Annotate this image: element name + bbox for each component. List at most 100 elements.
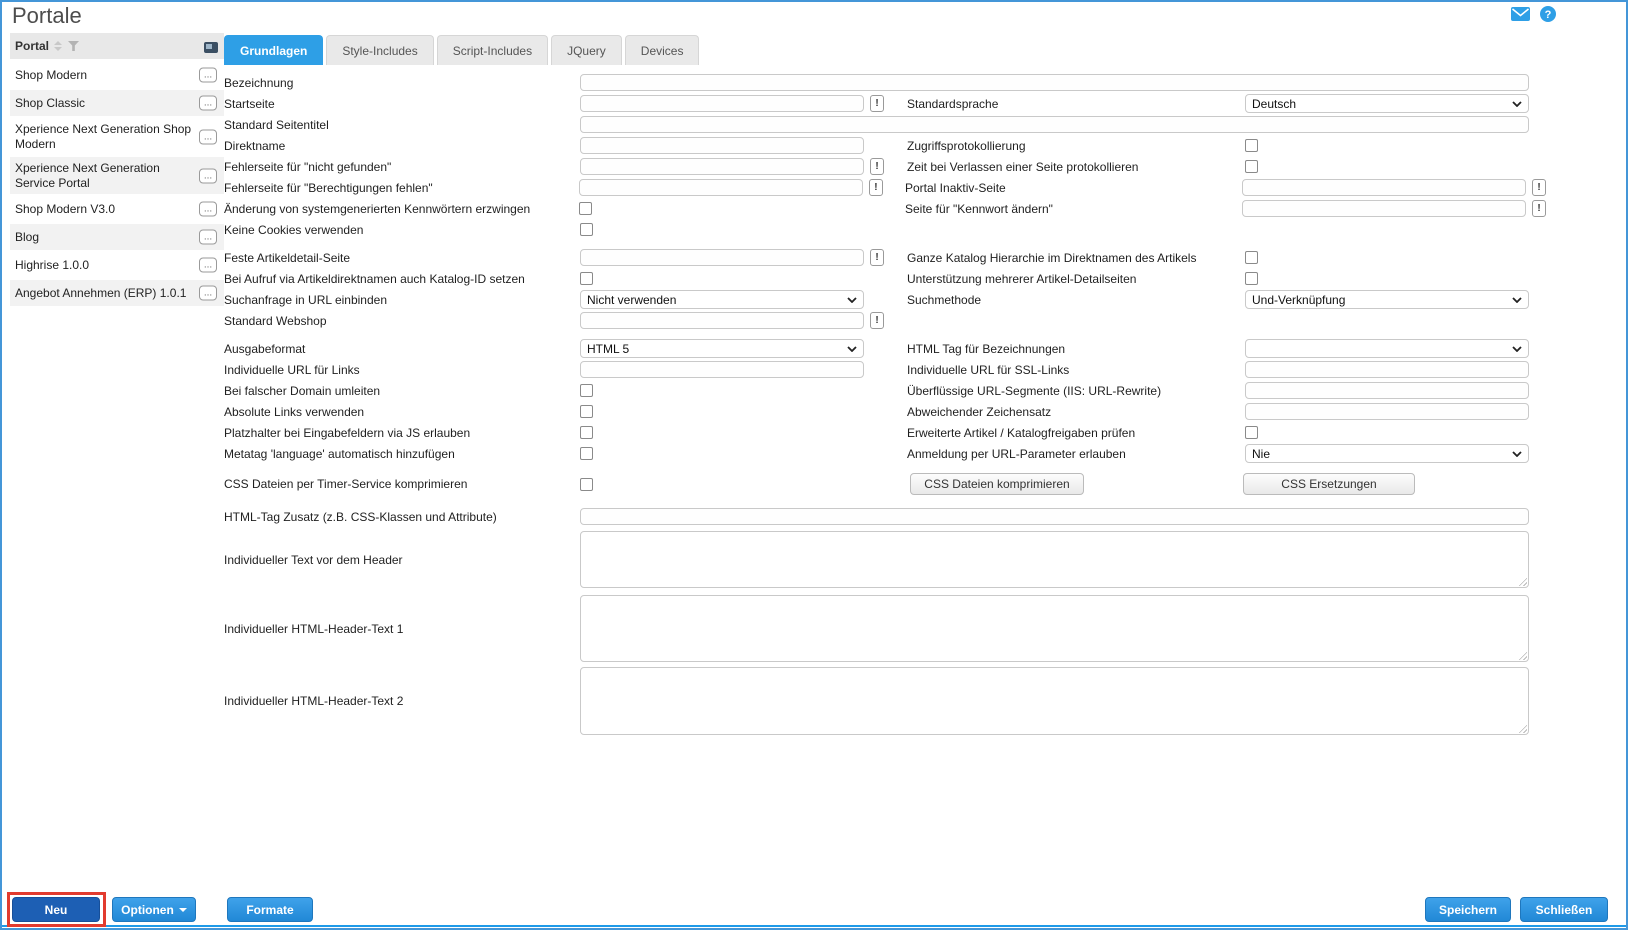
speichern-button[interactable]: Speichern (1425, 897, 1511, 922)
formate-button[interactable]: Formate (227, 897, 313, 922)
list-item-label: Blog (15, 229, 40, 244)
ganze-katalog-hierarchie-checkbox[interactable] (1245, 251, 1258, 264)
suchmethode-select[interactable]: Und-Verknüpfung (1245, 290, 1529, 309)
list-item[interactable]: Xperience Next Generation Service Portal… (10, 157, 224, 194)
tab-devices[interactable]: Devices (624, 35, 700, 65)
portal-inaktiv-seite-warn-button[interactable]: ! (1532, 179, 1546, 196)
field-label: HTML-Tag Zusatz (z.B. CSS-Klassen und At… (224, 509, 497, 524)
field-label: Überflüssige URL-Segmente (IIS: URL-Rewr… (907, 383, 1162, 398)
list-item[interactable]: Shop Modern ... (10, 62, 224, 88)
display-icon[interactable] (204, 40, 218, 58)
list-item[interactable]: Blog ... (10, 224, 224, 250)
metatag-language-checkbox[interactable] (580, 447, 593, 460)
item-menu-button[interactable]: ... (199, 67, 217, 83)
tab-bar: Grundlagen Style-Includes Script-Include… (224, 35, 700, 65)
topbar-icons: ? (1511, 6, 1556, 27)
schliessen-button[interactable]: Schließen (1520, 897, 1608, 922)
startseite-warn-button[interactable]: ! (870, 95, 884, 112)
absolute-links-checkbox[interactable] (580, 405, 593, 418)
item-menu-button[interactable]: ... (199, 229, 217, 245)
kennwoerter-erzwingen-checkbox[interactable] (578, 202, 592, 215)
mail-icon[interactable] (1511, 7, 1530, 26)
zeichensatz-input[interactable] (1245, 403, 1529, 420)
url-links-input[interactable] (580, 361, 864, 378)
portal-inaktiv-seite-input[interactable] (1242, 179, 1526, 196)
portal-list-header[interactable]: Portal (10, 33, 224, 59)
direktname-input[interactable] (580, 137, 864, 154)
portal-column-header[interactable]: Portal (15, 39, 49, 53)
item-menu-button[interactable]: ... (199, 257, 217, 273)
list-item[interactable]: Xperience Next Generation Shop Modern ..… (10, 118, 224, 155)
ausgabeformat-select[interactable]: HTML 5 (580, 339, 864, 358)
bezeichnung-input[interactable] (580, 74, 1529, 91)
fehlerseite-nicht-gefunden-warn-button[interactable]: ! (870, 158, 884, 175)
sort-icon[interactable] (54, 41, 63, 51)
css-ersetzungen-button[interactable]: CSS Ersetzungen (1243, 473, 1415, 495)
list-item[interactable]: Shop Modern V3.0 ... (10, 196, 224, 222)
unterstuetzung-detailseiten-checkbox[interactable] (1245, 272, 1258, 285)
item-menu-button[interactable]: ... (199, 201, 217, 217)
list-item[interactable]: Angebot Annehmen (ERP) 1.0.1 ... (10, 280, 224, 306)
field-label: Zeit bei Verlassen einer Seite protokoll… (907, 159, 1139, 174)
field-label: Standard Seitentitel (224, 117, 329, 132)
standard-webshop-warn-button[interactable]: ! (870, 312, 884, 329)
css-timer-service-checkbox[interactable] (580, 477, 593, 491)
fehlerseite-nicht-gefunden-input[interactable] (580, 158, 864, 175)
seite-kennwort-aendern-warn-button[interactable]: ! (1532, 200, 1546, 217)
list-item-label: Shop Classic (15, 95, 86, 110)
seite-kennwort-aendern-input[interactable] (1242, 200, 1526, 217)
standard-seitentitel-input[interactable] (580, 116, 1529, 133)
anmeldung-url-parameter-select[interactable]: Nie (1245, 444, 1529, 463)
field-label: Individueller Text vor dem Header (224, 552, 403, 567)
falsche-domain-checkbox[interactable] (580, 384, 593, 397)
item-menu-button[interactable]: ... (199, 95, 217, 111)
field-label: Suchmethode (907, 292, 982, 307)
caret-down-icon (178, 908, 187, 913)
startseite-input[interactable] (580, 95, 864, 112)
html-header-text-2-textarea[interactable] (580, 667, 1529, 735)
optionen-button[interactable]: Optionen (112, 897, 196, 922)
tab-grundlagen[interactable]: Grundlagen (224, 35, 324, 65)
url-segmente-input[interactable] (1245, 382, 1529, 399)
field-label: Portal Inaktiv-Seite (905, 180, 1006, 195)
css-komprimieren-button[interactable]: CSS Dateien komprimieren (910, 473, 1084, 495)
standard-webshop-input[interactable] (580, 312, 864, 329)
feste-artikeldetail-seite-input[interactable] (580, 249, 864, 266)
field-label: Erweiterte Artikel / Katalogfreigaben pr… (907, 425, 1136, 440)
tab-style-includes[interactable]: Style-Includes (326, 35, 434, 65)
item-menu-button[interactable]: ... (199, 168, 217, 183)
fehlerseite-berechtigungen-warn-button[interactable]: ! (868, 179, 883, 196)
field-label: Direktname (224, 138, 286, 153)
zeit-bei-verlassen-checkbox[interactable] (1245, 160, 1258, 173)
help-icon[interactable]: ? (1540, 6, 1556, 27)
fehlerseite-berechtigungen-input[interactable] (578, 179, 863, 196)
suchanfrage-url-select[interactable]: Nicht verwenden (580, 290, 864, 309)
standardsprache-select[interactable]: Deutsch (1245, 94, 1529, 113)
field-label: Anmeldung per URL-Parameter erlauben (907, 446, 1126, 461)
zugriffsprotokollierung-checkbox[interactable] (1245, 139, 1258, 152)
item-menu-button[interactable]: ... (199, 285, 217, 301)
tab-jquery[interactable]: JQuery (551, 35, 622, 65)
filter-icon[interactable] (68, 41, 80, 51)
platzhalter-js-checkbox[interactable] (580, 426, 593, 439)
html-tag-zusatz-input[interactable] (580, 508, 1529, 525)
keine-cookies-checkbox[interactable] (580, 223, 593, 236)
tab-script-includes[interactable]: Script-Includes (436, 35, 549, 65)
list-item-label: Highrise 1.0.0 (15, 257, 90, 272)
neu-button[interactable]: Neu (12, 897, 100, 922)
url-ssl-links-input[interactable] (1245, 361, 1529, 378)
field-label: Ausgabeformat (224, 341, 306, 356)
field-label: Standardsprache (907, 96, 999, 111)
list-item[interactable]: Highrise 1.0.0 ... (10, 252, 224, 278)
list-item[interactable]: Shop Classic ... (10, 90, 224, 116)
freigaben-pruefen-checkbox[interactable] (1245, 426, 1258, 439)
feste-artikeldetail-warn-button[interactable]: ! (870, 249, 884, 266)
page-title: Portale (12, 3, 82, 28)
select-value: HTML 5 (587, 341, 630, 356)
field-label: Suchanfrage in URL einbinden (224, 292, 388, 307)
html-tag-bezeichnungen-select[interactable] (1245, 339, 1529, 358)
item-menu-button[interactable]: ... (199, 129, 217, 144)
text-vor-header-textarea[interactable] (580, 531, 1529, 588)
html-header-text-1-textarea[interactable] (580, 595, 1529, 662)
katalog-id-setzen-checkbox[interactable] (580, 272, 593, 285)
